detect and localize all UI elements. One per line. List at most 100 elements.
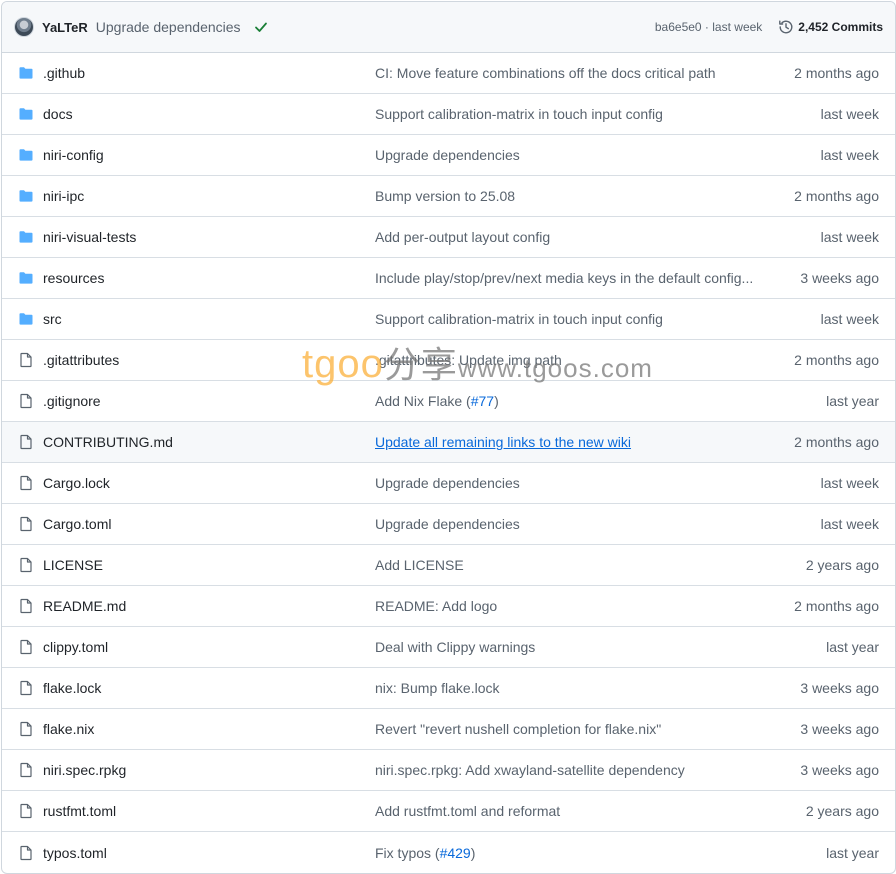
- commit-message-link[interactable]: Include play/stop/prev/next media keys i…: [375, 270, 760, 286]
- commit-message-link[interactable]: Upgrade dependencies: [375, 475, 760, 491]
- commit-message-text: Bump version to 25.08: [375, 188, 516, 204]
- table-row[interactable]: LICENSE Add LICENSE 2 years ago: [2, 545, 895, 586]
- file-name-link[interactable]: Cargo.toml: [43, 516, 111, 532]
- commit-message-link[interactable]: Add rustfmt.toml and reformat: [375, 803, 760, 819]
- commit-message-link[interactable]: Upgrade dependencies: [375, 516, 760, 532]
- issue-link[interactable]: #429: [440, 845, 471, 861]
- table-row[interactable]: README.md README: Add logo 2 months ago: [2, 586, 895, 627]
- table-row[interactable]: Cargo.lock Upgrade dependencies last week: [2, 463, 895, 504]
- commit-message-text: Support calibration-matrix in touch inpu…: [375, 311, 663, 327]
- commit-message-link[interactable]: nix: Bump flake.lock: [375, 680, 760, 696]
- file-name-link[interactable]: README.md: [43, 598, 126, 614]
- latest-commit-message[interactable]: Upgrade dependencies: [96, 19, 241, 35]
- commit-message-text: Add rustfmt.toml and reformat: [375, 803, 561, 819]
- file-name-link[interactable]: CONTRIBUTING.md: [43, 434, 173, 450]
- table-row[interactable]: niri-config Upgrade dependencies last week: [2, 135, 895, 176]
- file-name-link[interactable]: flake.lock: [43, 680, 101, 696]
- file-name-link[interactable]: niri-visual-tests: [43, 229, 136, 245]
- table-row[interactable]: clippy.toml Deal with Clippy warnings last…: [2, 627, 895, 668]
- table-row[interactable]: docs Support calibration-matrix in touch …: [2, 94, 895, 135]
- file-name-link[interactable]: niri-ipc: [43, 188, 84, 204]
- table-row[interactable]: niri-visual-tests Add per-output layout c…: [2, 217, 895, 258]
- folder-icon: [18, 188, 34, 204]
- commit-message-text: Fix typos (: [375, 844, 440, 861]
- table-row[interactable]: flake.lock nix: Bump flake.lock 3 weeks ag…: [2, 668, 895, 709]
- file-name-link[interactable]: src: [43, 311, 62, 327]
- avatar[interactable]: [14, 17, 34, 37]
- commit-message-link[interactable]: Add per-output layout config: [375, 229, 760, 245]
- file-name-link[interactable]: typos.toml: [43, 845, 107, 861]
- commit-message-link[interactable]: Deal with Clippy warnings: [375, 639, 760, 655]
- folder-icon: [18, 106, 34, 122]
- commit-date: 3 weeks ago: [800, 270, 879, 286]
- commit-message-link[interactable]: Bump version to 25.08: [375, 188, 760, 204]
- file-name-link[interactable]: docs: [43, 106, 73, 122]
- check-icon[interactable]: [253, 19, 269, 35]
- table-row[interactable]: Cargo.toml Upgrade dependencies last week: [2, 504, 895, 545]
- commit-message-link[interactable]: niri.spec.rpkg: Add xwayland-satellite d…: [375, 762, 760, 778]
- commit-message-link[interactable]: Revert "revert nushell completion for fl…: [375, 721, 760, 737]
- table-row[interactable]: typos.toml Fix typos (#429) last year: [2, 832, 895, 873]
- commit-message-text: Upgrade dependencies: [375, 516, 520, 532]
- file-icon: [18, 803, 34, 819]
- commit-sha-and-age[interactable]: ba6e5e0 · last week: [655, 20, 762, 34]
- commit-message-text: Deal with Clippy warnings: [375, 639, 536, 655]
- file-name-link[interactable]: LICENSE: [43, 557, 103, 573]
- commit-message-text: nix: Bump flake.lock: [375, 680, 500, 696]
- commit-message-link[interactable]: README: Add logo: [375, 598, 760, 614]
- file-name-link[interactable]: rustfmt.toml: [43, 803, 116, 819]
- commit-date: last week: [820, 516, 879, 532]
- folder-icon: [18, 65, 34, 81]
- table-row[interactable]: CONTRIBUTING.md Update all remaining link…: [2, 422, 895, 463]
- table-row[interactable]: resources Include play/stop/prev/next med…: [2, 258, 895, 299]
- table-row[interactable]: niri.spec.rpkg niri.spec.rpkg: Add xwayla…: [2, 750, 895, 791]
- table-row[interactable]: src Support calibration-matrix in touch i…: [2, 299, 895, 340]
- commit-message-text: README: Add logo: [375, 598, 498, 614]
- file-name-link[interactable]: niri-config: [43, 147, 104, 163]
- file-icon: [18, 680, 34, 696]
- commit-message-link[interactable]: Support calibration-matrix in touch inpu…: [375, 106, 760, 122]
- file-name-link[interactable]: .github: [43, 65, 85, 81]
- table-row[interactable]: rustfmt.toml Add rustfmt.toml and reforma…: [2, 791, 895, 832]
- commit-message-link[interactable]: CI: Move feature combinations off the do…: [375, 65, 760, 81]
- file-name-link[interactable]: flake.nix: [43, 721, 94, 737]
- table-row[interactable]: flake.nix Revert "revert nushell completi…: [2, 709, 895, 750]
- table-row[interactable]: .gitignore Add Nix Flake (#77) last year: [2, 381, 895, 422]
- commit-message-link[interactable]: .gitattributes: Update img path: [375, 352, 760, 368]
- commit-date: 2 months ago: [794, 65, 879, 81]
- file-name-link[interactable]: clippy.toml: [43, 639, 108, 655]
- commit-message-link[interactable]: Upgrade dependencies: [375, 147, 760, 163]
- history-icon: [778, 19, 798, 35]
- file-name-link[interactable]: Cargo.lock: [43, 475, 110, 491]
- file-name-link[interactable]: .gitattributes: [43, 352, 119, 368]
- commit-date: last week: [820, 311, 879, 327]
- commit-date: last week: [820, 147, 879, 163]
- commit-message-text: Add Nix Flake (: [375, 393, 471, 409]
- commit-date: 2 months ago: [794, 188, 879, 204]
- file-name-link[interactable]: .gitignore: [43, 393, 101, 409]
- file-icon: [18, 393, 34, 409]
- commits-count: 2,452 Commits: [798, 20, 883, 34]
- commit-message-text: Include play/stop/prev/next media keys i…: [375, 270, 754, 286]
- commit-date: last week: [820, 229, 879, 245]
- commit-author[interactable]: YaLTeR: [42, 20, 88, 35]
- commit-date: last year: [826, 393, 879, 409]
- file-name-link[interactable]: resources: [43, 270, 104, 286]
- commit-date: 2 months ago: [794, 598, 879, 614]
- file-name-link[interactable]: niri.spec.rpkg: [43, 762, 126, 778]
- table-row[interactable]: .gitattributes .gitattributes: Update img…: [2, 340, 895, 381]
- commit-sha[interactable]: ba6e5e0: [655, 20, 702, 34]
- commit-message-link[interactable]: Add Nix Flake (#77): [375, 393, 760, 409]
- commit-date: 2 months ago: [794, 434, 879, 450]
- commit-message-link[interactable]: Fix typos (#429): [375, 845, 760, 861]
- commit-date: last week: [820, 475, 879, 491]
- issue-link[interactable]: #77: [471, 393, 494, 409]
- commit-message-link[interactable]: Add LICENSE: [375, 557, 760, 573]
- commit-message-text: Add per-output layout config: [375, 229, 551, 245]
- commit-message-suffix: ): [470, 844, 476, 861]
- commits-history-link[interactable]: 2,452 Commits: [778, 19, 883, 35]
- commit-message-link[interactable]: Update all remaining links to the new wi…: [375, 434, 760, 450]
- table-row[interactable]: niri-ipc Bump version to 25.08 2 months ag…: [2, 176, 895, 217]
- table-row[interactable]: .github CI: Move feature combinations off…: [2, 53, 895, 94]
- commit-message-link[interactable]: Support calibration-matrix in touch inpu…: [375, 311, 760, 327]
